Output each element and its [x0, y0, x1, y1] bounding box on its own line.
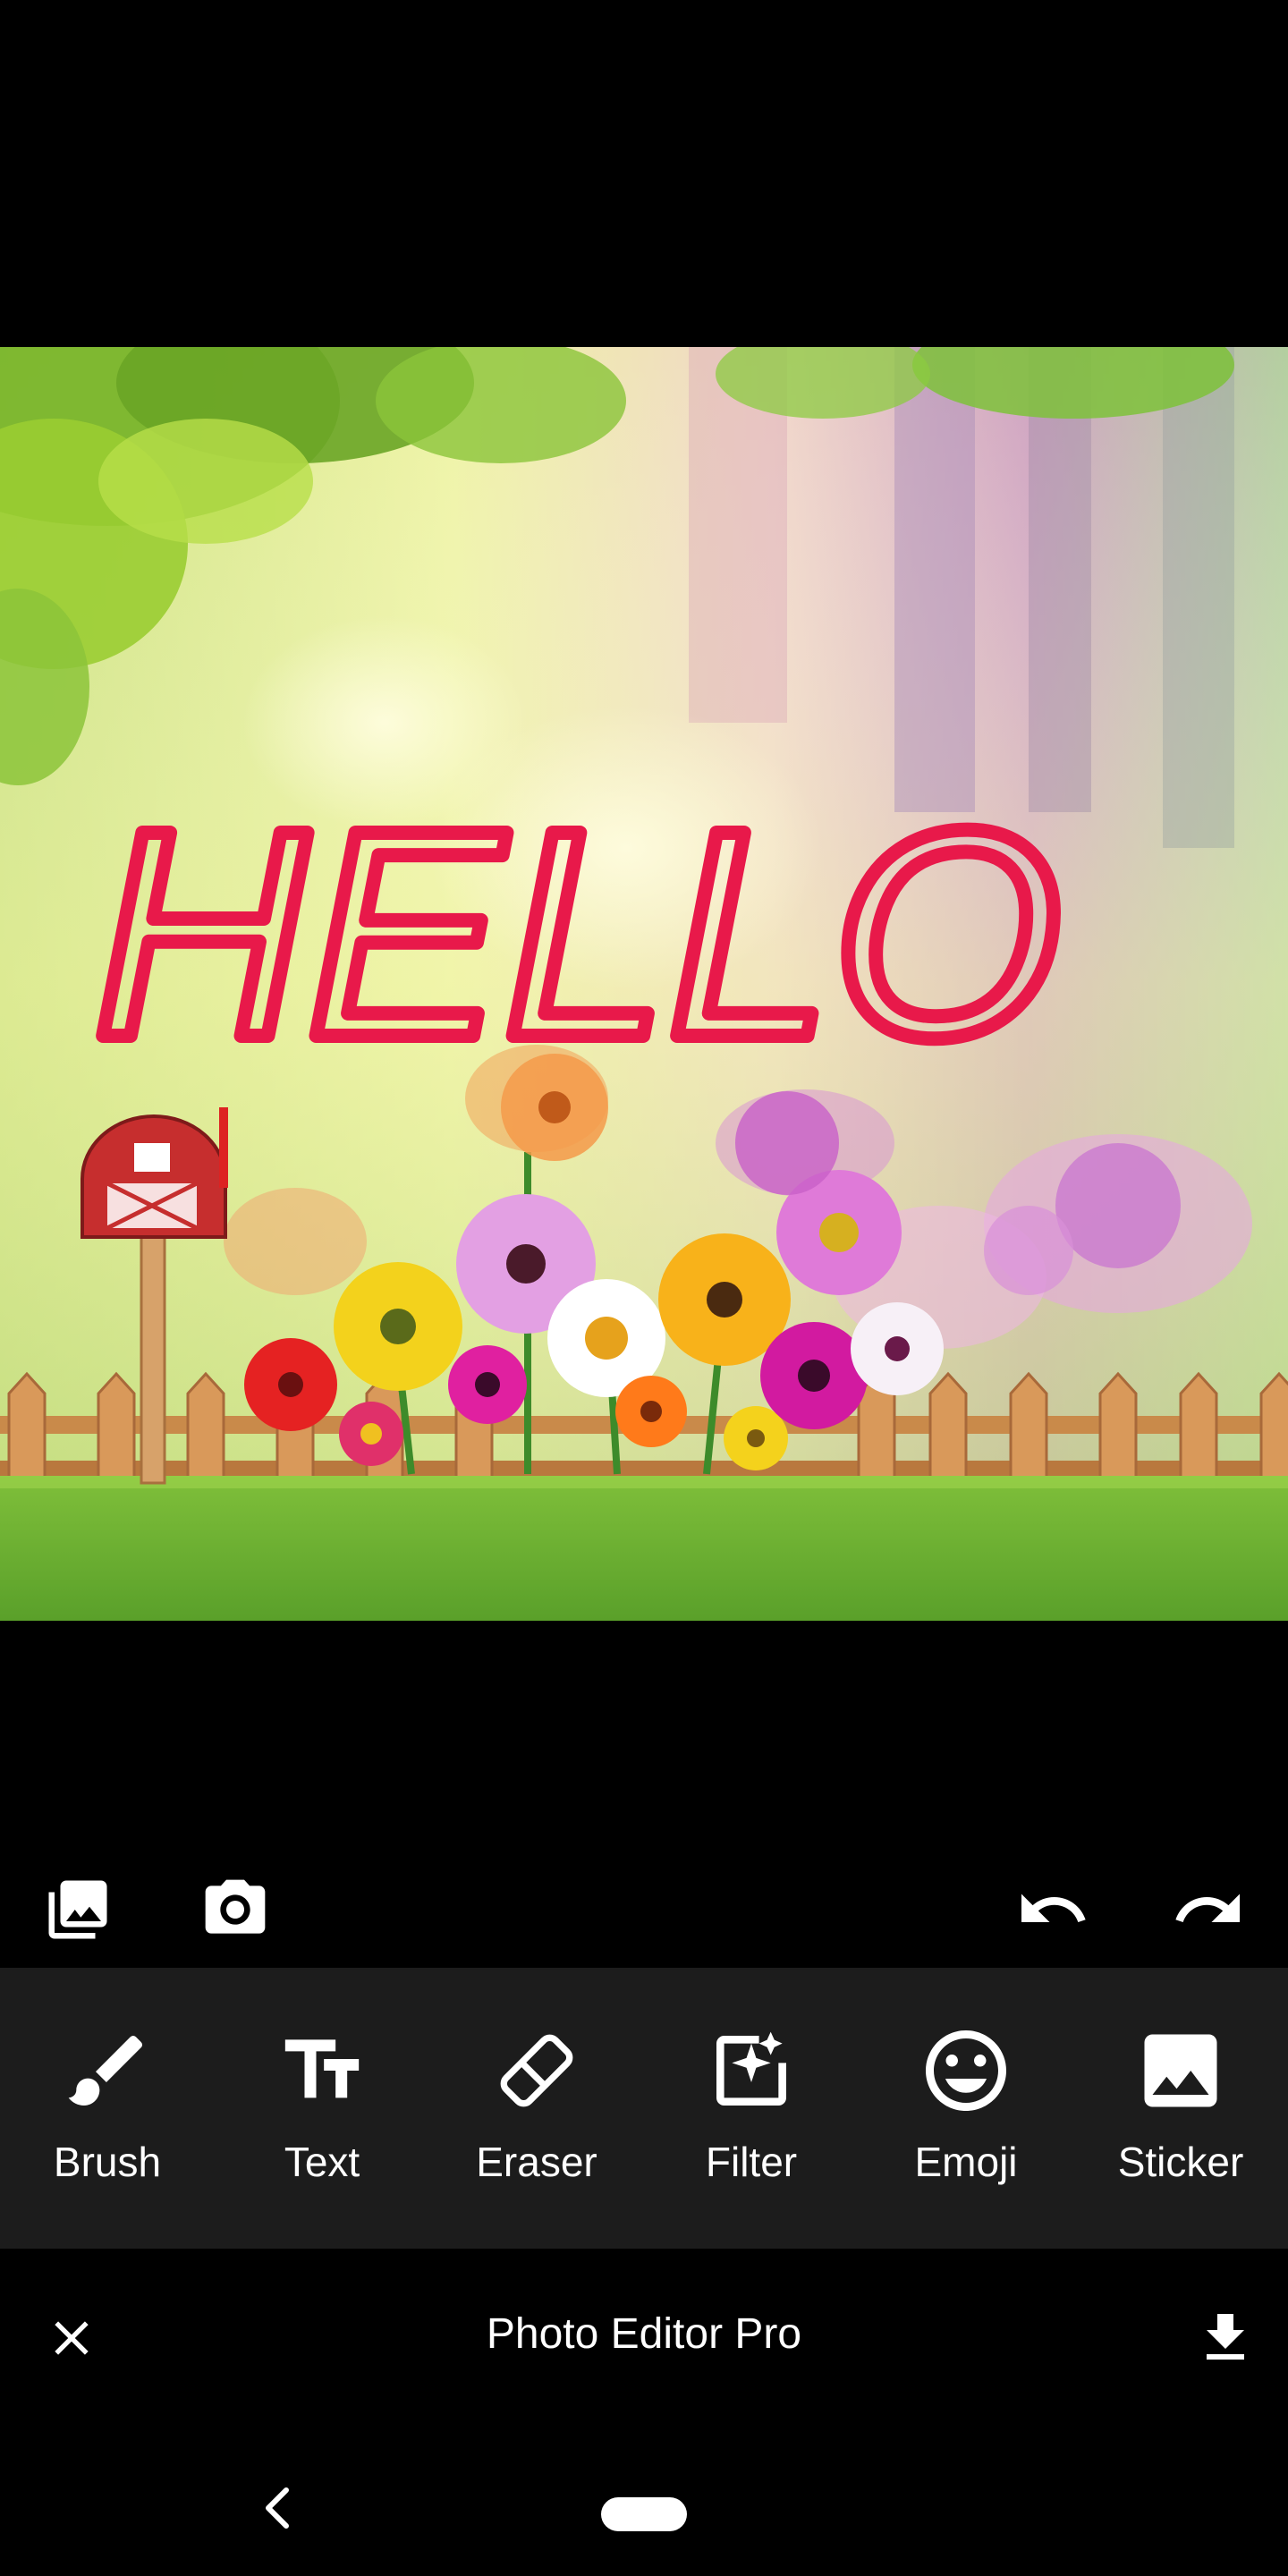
tool-label: Sticker [1117, 2139, 1244, 2185]
app-bar: Photo Editor Pro [0, 2249, 1288, 2428]
tool-label: Text [284, 2139, 360, 2185]
sticker-icon [1131, 2021, 1230, 2120]
emoji-icon [917, 2021, 1015, 2120]
tool-filter[interactable]: Filter [644, 1968, 859, 2249]
tool-label: Brush [53, 2139, 162, 2185]
photo-canvas[interactable]: HELLO [0, 347, 1288, 1621]
brush-icon [58, 2021, 157, 2120]
gallery-icon[interactable] [38, 1869, 118, 1950]
garden-photo: HELLO [0, 347, 1288, 1621]
undo-icon[interactable] [1013, 1869, 1093, 1950]
tool-eraser[interactable]: Eraser [429, 1968, 644, 2249]
tool-sticker[interactable]: Sticker [1073, 1968, 1288, 2249]
back-chevron-icon[interactable] [250, 2472, 304, 2544]
text-icon [273, 2021, 371, 2120]
home-pill[interactable] [601, 2497, 687, 2531]
tools-bar: Brush Text Eraser Filter Emoji Sticker [0, 1968, 1288, 2249]
tool-text[interactable]: Text [215, 1968, 429, 2249]
tool-brush[interactable]: Brush [0, 1968, 215, 2249]
tool-emoji[interactable]: Emoji [859, 1968, 1073, 2249]
camera-icon[interactable] [195, 1869, 275, 1950]
tool-label: Filter [705, 2139, 798, 2185]
redo-icon[interactable] [1168, 1869, 1249, 1950]
eraser-icon [487, 2021, 586, 2120]
mini-toolbar [0, 1852, 1288, 1959]
tool-label: Emoji [914, 2139, 1018, 2185]
system-nav-bar [0, 2428, 1288, 2576]
filter-icon [702, 2021, 801, 2120]
tool-label: Eraser [476, 2139, 597, 2185]
drawn-text: HELLO [94, 768, 1062, 1098]
app-title: Photo Editor Pro [486, 2310, 802, 2358]
download-icon[interactable] [1181, 2293, 1270, 2383]
